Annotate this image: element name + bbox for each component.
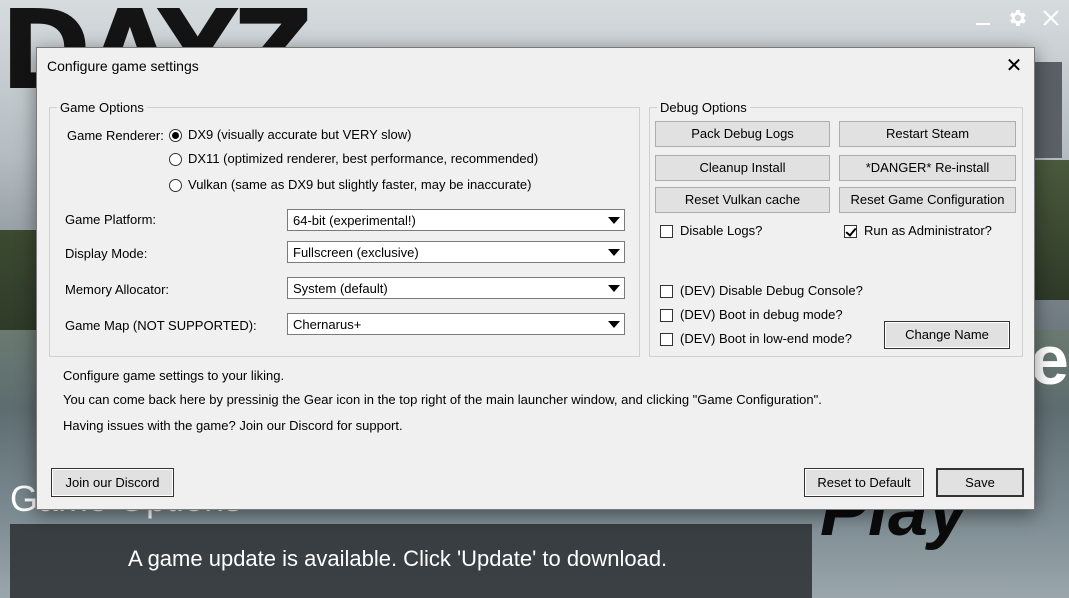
boot-debug-mode-label[interactable]: (DEV) Boot in debug mode? <box>680 307 843 322</box>
display-mode-select[interactable]: Fullscreen (exclusive) <box>287 241 625 263</box>
disable-logs-checkbox[interactable] <box>660 225 673 238</box>
boot-debug-mode-checkbox[interactable] <box>660 309 673 322</box>
renderer-option-vulkan[interactable]: Vulkan (same as DX9 but slightly faster,… <box>188 177 531 192</box>
game-options-legend: Game Options <box>57 100 147 115</box>
launcher-window-controls <box>971 6 1063 30</box>
debug-options-group: Debug Options Pack Debug Logs Restart St… <box>649 100 1023 357</box>
save-button[interactable]: Save <box>936 468 1024 497</box>
renderer-label: Game Renderer: <box>67 128 164 143</box>
renderer-option-dx11[interactable]: DX11 (optimized renderer, best performan… <box>188 151 538 166</box>
game-map-value: Chernarus+ <box>293 317 362 332</box>
run-as-admin-checkbox[interactable] <box>844 225 857 238</box>
reset-to-default-button[interactable]: Reset to Default <box>804 468 924 497</box>
disable-logs-label[interactable]: Disable Logs? <box>680 223 762 238</box>
memory-allocator-label: Memory Allocator: <box>65 282 170 297</box>
reset-vulkan-cache-button[interactable]: Reset Vulkan cache <box>655 187 830 213</box>
game-map-label: Game Map (NOT SUPPORTED): <box>65 318 257 333</box>
info-line-discord-support: Having issues with the game? Join our Di… <box>63 418 403 433</box>
info-line-gear-hint: You can come back here by pressinig the … <box>63 392 822 407</box>
trees-right <box>1035 160 1069 300</box>
display-mode-label: Display Mode: <box>65 246 148 261</box>
disable-debug-console-label[interactable]: (DEV) Disable Debug Console? <box>680 283 863 298</box>
game-map-select[interactable]: Chernarus+ <box>287 313 625 335</box>
renderer-radio-dx11[interactable] <box>169 153 182 166</box>
boot-low-end-mode-label[interactable]: (DEV) Boot in low-end mode? <box>680 331 852 346</box>
run-as-admin-label[interactable]: Run as Administrator? <box>864 223 992 238</box>
update-notification: A game update is available. Click 'Updat… <box>10 524 812 598</box>
game-options-group: Game Options Game Renderer: DX9 (visuall… <box>49 100 640 357</box>
info-line-configure: Configure game settings to your liking. <box>63 368 285 383</box>
display-mode-value: Fullscreen (exclusive) <box>293 245 419 260</box>
disable-debug-console-checkbox[interactable] <box>660 285 673 298</box>
background-letter: e <box>1030 321 1069 399</box>
gear-icon[interactable] <box>1005 6 1029 30</box>
join-discord-button[interactable]: Join our Discord <box>51 468 174 497</box>
memory-allocator-select[interactable]: System (default) <box>287 277 625 299</box>
platform-value: 64-bit (experimental!) <box>293 213 416 228</box>
change-name-button[interactable]: Change Name <box>884 321 1010 349</box>
chevron-down-icon[interactable] <box>604 278 624 298</box>
renderer-option-dx9[interactable]: DX9 (visually accurate but VERY slow) <box>188 127 412 142</box>
chevron-down-icon[interactable] <box>604 314 624 334</box>
renderer-radio-vulkan[interactable] <box>169 179 182 192</box>
close-icon[interactable] <box>1039 6 1063 30</box>
dialog-close-button[interactable]: ✕ <box>1001 54 1027 78</box>
update-message: A game update is available. Click 'Updat… <box>128 546 668 571</box>
chevron-down-icon[interactable] <box>604 242 624 262</box>
configure-settings-dialog: Configure game settings ✕ Game Options G… <box>36 47 1035 510</box>
debug-options-legend: Debug Options <box>657 100 750 115</box>
reinstall-button[interactable]: *DANGER* Re-install <box>839 155 1016 181</box>
chevron-down-icon[interactable] <box>604 210 624 230</box>
boot-low-end-mode-checkbox[interactable] <box>660 333 673 346</box>
dialog-title: Configure game settings <box>47 58 199 74</box>
renderer-radio-dx9[interactable] <box>169 129 182 142</box>
platform-label: Game Platform: <box>65 212 157 227</box>
memory-allocator-value: System (default) <box>293 281 388 296</box>
restart-steam-button[interactable]: Restart Steam <box>839 121 1016 147</box>
platform-select[interactable]: 64-bit (experimental!) <box>287 209 625 231</box>
cleanup-install-button[interactable]: Cleanup Install <box>655 155 830 181</box>
pack-debug-logs-button[interactable]: Pack Debug Logs <box>655 121 830 147</box>
reset-game-configuration-button[interactable]: Reset Game Configuration <box>839 187 1016 213</box>
backdrop-panel <box>1034 62 1062 158</box>
minimize-icon[interactable] <box>971 6 995 30</box>
